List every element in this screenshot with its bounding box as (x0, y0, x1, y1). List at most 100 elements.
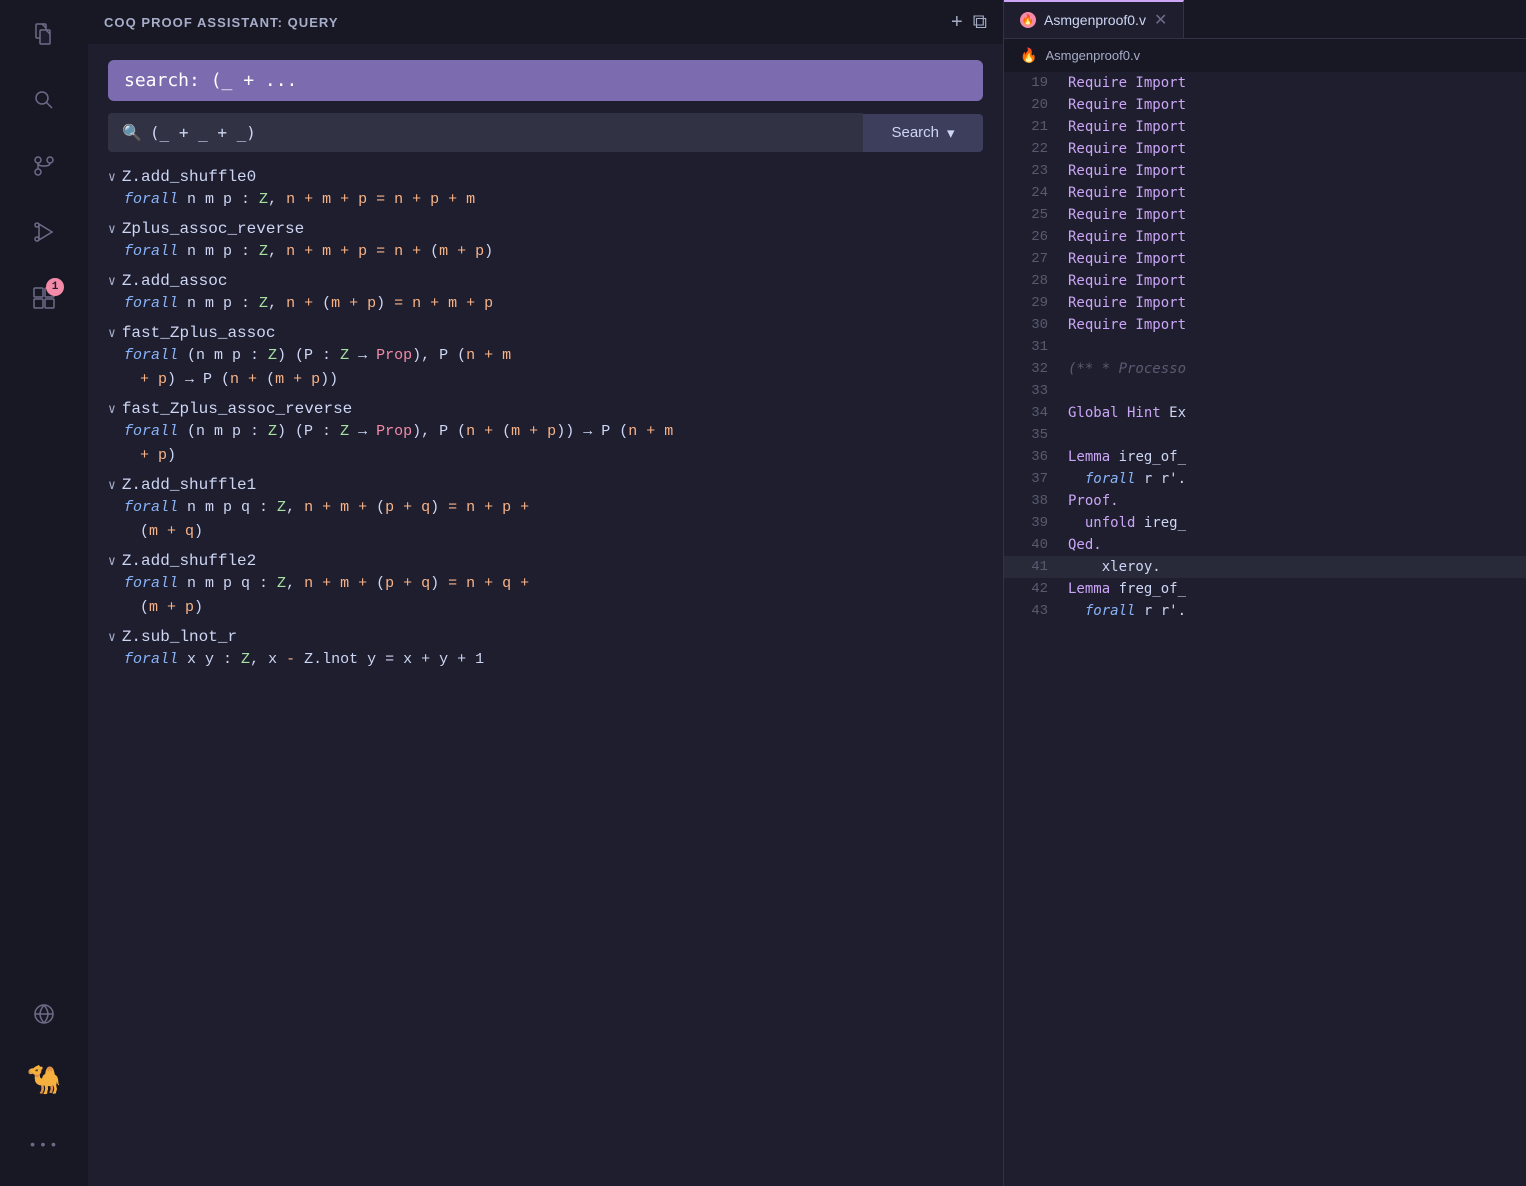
tab-close-button[interactable]: ✕ (1154, 10, 1167, 30)
editor-content[interactable]: 19 Require Import 20 Require Import 21 R… (1004, 72, 1526, 1186)
code-line-40: 40 Qed. (1004, 534, 1526, 556)
code-line-19: 19 Require Import (1004, 72, 1526, 94)
chevron-icon: ∨ (108, 274, 116, 289)
code-line-38: 38 Proof. (1004, 490, 1526, 512)
result-formula: forall n m p q : Z, n + m + (p + q) = n … (108, 496, 983, 544)
search-input-box[interactable]: 🔍 (_ + _ + _) (108, 113, 863, 152)
result-formula: forall x y : Z, x - Z.lnot y = x + y + 1 (108, 648, 983, 672)
tab-label: Asmgenproof0.v (1044, 12, 1146, 28)
run-debug-icon[interactable] (20, 208, 68, 256)
result-title: Z.add_assoc (122, 272, 228, 290)
secondary-tab-icon: 🔥 (1020, 47, 1037, 64)
code-line-24: 24 Require Import (1004, 182, 1526, 204)
add-query-button[interactable]: + (951, 11, 963, 34)
search-input-row: 🔍 (_ + _ + _) Search ▾ (108, 113, 983, 152)
editor-secondary-tab: 🔥 Asmgenproof0.v (1004, 39, 1526, 72)
code-line-41: 41 xleroy. (1004, 556, 1526, 578)
search-input-text: (_ + _ + _) (150, 123, 256, 142)
code-line-32: 32 (** * Processo (1004, 358, 1526, 380)
chevron-icon: ∨ (108, 630, 116, 645)
code-line-33: 33 (1004, 380, 1526, 402)
result-name[interactable]: ∨ Z.add_assoc (108, 272, 983, 290)
list-item: ∨ Z.add_shuffle1 forall n m p q : Z, n +… (108, 476, 983, 544)
list-item: ∨ Z.add_shuffle2 forall n m p q : Z, n +… (108, 552, 983, 620)
chevron-icon: ∨ (108, 170, 116, 185)
extensions-icon[interactable]: 1 (20, 274, 68, 322)
query-panel-title: COQ PROOF ASSISTANT: QUERY (104, 15, 339, 30)
split-query-button[interactable]: ⧉ (973, 11, 987, 34)
code-line-37: 37 forall r r'. (1004, 468, 1526, 490)
result-title: Zplus_assoc_reverse (122, 220, 304, 238)
code-line-21: 21 Require Import (1004, 116, 1526, 138)
search-pill[interactable]: search: (_ + ... (108, 60, 983, 101)
result-name[interactable]: ∨ Z.add_shuffle2 (108, 552, 983, 570)
activity-bar: 1 🐪 ••• (0, 0, 88, 1186)
chevron-icon: ∨ (108, 554, 116, 569)
code-line-29: 29 Require Import (1004, 292, 1526, 314)
search-sidebar-icon[interactable] (20, 76, 68, 124)
list-item: ∨ fast_Zplus_assoc_reverse forall (n m p… (108, 400, 983, 468)
code-line-30: 30 Require Import (1004, 314, 1526, 336)
result-name[interactable]: ∨ Zplus_assoc_reverse (108, 220, 983, 238)
search-button-label: Search (891, 124, 939, 141)
code-line-20: 20 Require Import (1004, 94, 1526, 116)
code-line-43: 43 forall r r'. (1004, 600, 1526, 622)
result-name[interactable]: ∨ fast_Zplus_assoc (108, 324, 983, 342)
result-title: Z.sub_lnot_r (122, 628, 237, 646)
result-formula: forall n m p q : Z, n + m + (p + q) = n … (108, 572, 983, 620)
list-item: ∨ fast_Zplus_assoc forall (n m p : Z) (P… (108, 324, 983, 392)
result-title: fast_Zplus_assoc_reverse (122, 400, 352, 418)
code-line-27: 27 Require Import (1004, 248, 1526, 270)
code-line-39: 39 unfold ireg_ (1004, 512, 1526, 534)
tab-file-icon: 🔥 (1020, 12, 1036, 28)
secondary-tab-label: Asmgenproof0.v (1045, 48, 1140, 63)
list-item: ∨ Zplus_assoc_reverse forall n m p : Z, … (108, 220, 983, 264)
query-panel: COQ PROOF ASSISTANT: QUERY + ⧉ search: (… (88, 0, 1003, 1186)
search-chevron-icon: ▾ (947, 124, 955, 142)
editor-tab-active[interactable]: 🔥 Asmgenproof0.v ✕ (1004, 0, 1184, 38)
result-name[interactable]: ∨ Z.add_shuffle0 (108, 168, 983, 186)
result-formula: forall (n m p : Z) (P : Z → Prop), P (n … (108, 344, 983, 392)
chevron-icon: ∨ (108, 326, 116, 341)
results-list: ∨ Z.add_shuffle0 forall n m p : Z, n + m… (88, 168, 1003, 1186)
result-title: Z.add_shuffle0 (122, 168, 256, 186)
list-item: ∨ Z.sub_lnot_r forall x y : Z, x - Z.lno… (108, 628, 983, 672)
code-line-34: 34 Global Hint Ex (1004, 402, 1526, 424)
chevron-icon: ∨ (108, 402, 116, 417)
source-control-icon[interactable] (20, 142, 68, 190)
code-line-31: 31 (1004, 336, 1526, 358)
list-item: ∨ Z.add_assoc forall n m p : Z, n + (m +… (108, 272, 983, 316)
editor-panel: 🔥 Asmgenproof0.v ✕ 🔥 Asmgenproof0.v 19 R… (1003, 0, 1526, 1186)
chevron-icon: ∨ (108, 222, 116, 237)
result-title: Z.add_shuffle2 (122, 552, 256, 570)
result-formula: forall n m p : Z, n + (m + p) = n + m + … (108, 292, 983, 316)
files-icon[interactable] (20, 10, 68, 58)
code-line-35: 35 (1004, 424, 1526, 446)
code-line-22: 22 Require Import (1004, 138, 1526, 160)
code-line-36: 36 Lemma ireg_of_ (1004, 446, 1526, 468)
extensions-badge: 1 (46, 278, 64, 296)
result-formula: forall (n m p : Z) (P : Z → Prop), P (n … (108, 420, 983, 468)
result-formula: forall n m p : Z, n + m + p = n + p + m (108, 188, 983, 212)
result-title: Z.add_shuffle1 (122, 476, 256, 494)
code-line-26: 26 Require Import (1004, 226, 1526, 248)
remote-icon[interactable] (20, 990, 68, 1038)
query-header-actions: + ⧉ (951, 11, 987, 34)
tab-bar: 🔥 Asmgenproof0.v ✕ (1004, 0, 1526, 39)
main-content: COQ PROOF ASSISTANT: QUERY + ⧉ search: (… (88, 0, 1526, 1186)
coq-camel-icon[interactable]: 🐪 (20, 1056, 68, 1104)
result-name[interactable]: ∨ Z.sub_lnot_r (108, 628, 983, 646)
list-item: ∨ Z.add_shuffle0 forall n m p : Z, n + m… (108, 168, 983, 212)
result-name[interactable]: ∨ Z.add_shuffle1 (108, 476, 983, 494)
search-small-icon: 🔍 (122, 123, 142, 142)
search-button[interactable]: Search ▾ (863, 114, 983, 152)
code-line-28: 28 Require Import (1004, 270, 1526, 292)
result-formula: forall n m p : Z, n + m + p = n + (m + p… (108, 240, 983, 264)
code-line-42: 42 Lemma freg_of_ (1004, 578, 1526, 600)
result-title: fast_Zplus_assoc (122, 324, 276, 342)
result-name[interactable]: ∨ fast_Zplus_assoc_reverse (108, 400, 983, 418)
more-options-icon[interactable]: ••• (20, 1122, 68, 1170)
query-header: COQ PROOF ASSISTANT: QUERY + ⧉ (88, 0, 1003, 44)
chevron-icon: ∨ (108, 478, 116, 493)
code-line-25: 25 Require Import (1004, 204, 1526, 226)
